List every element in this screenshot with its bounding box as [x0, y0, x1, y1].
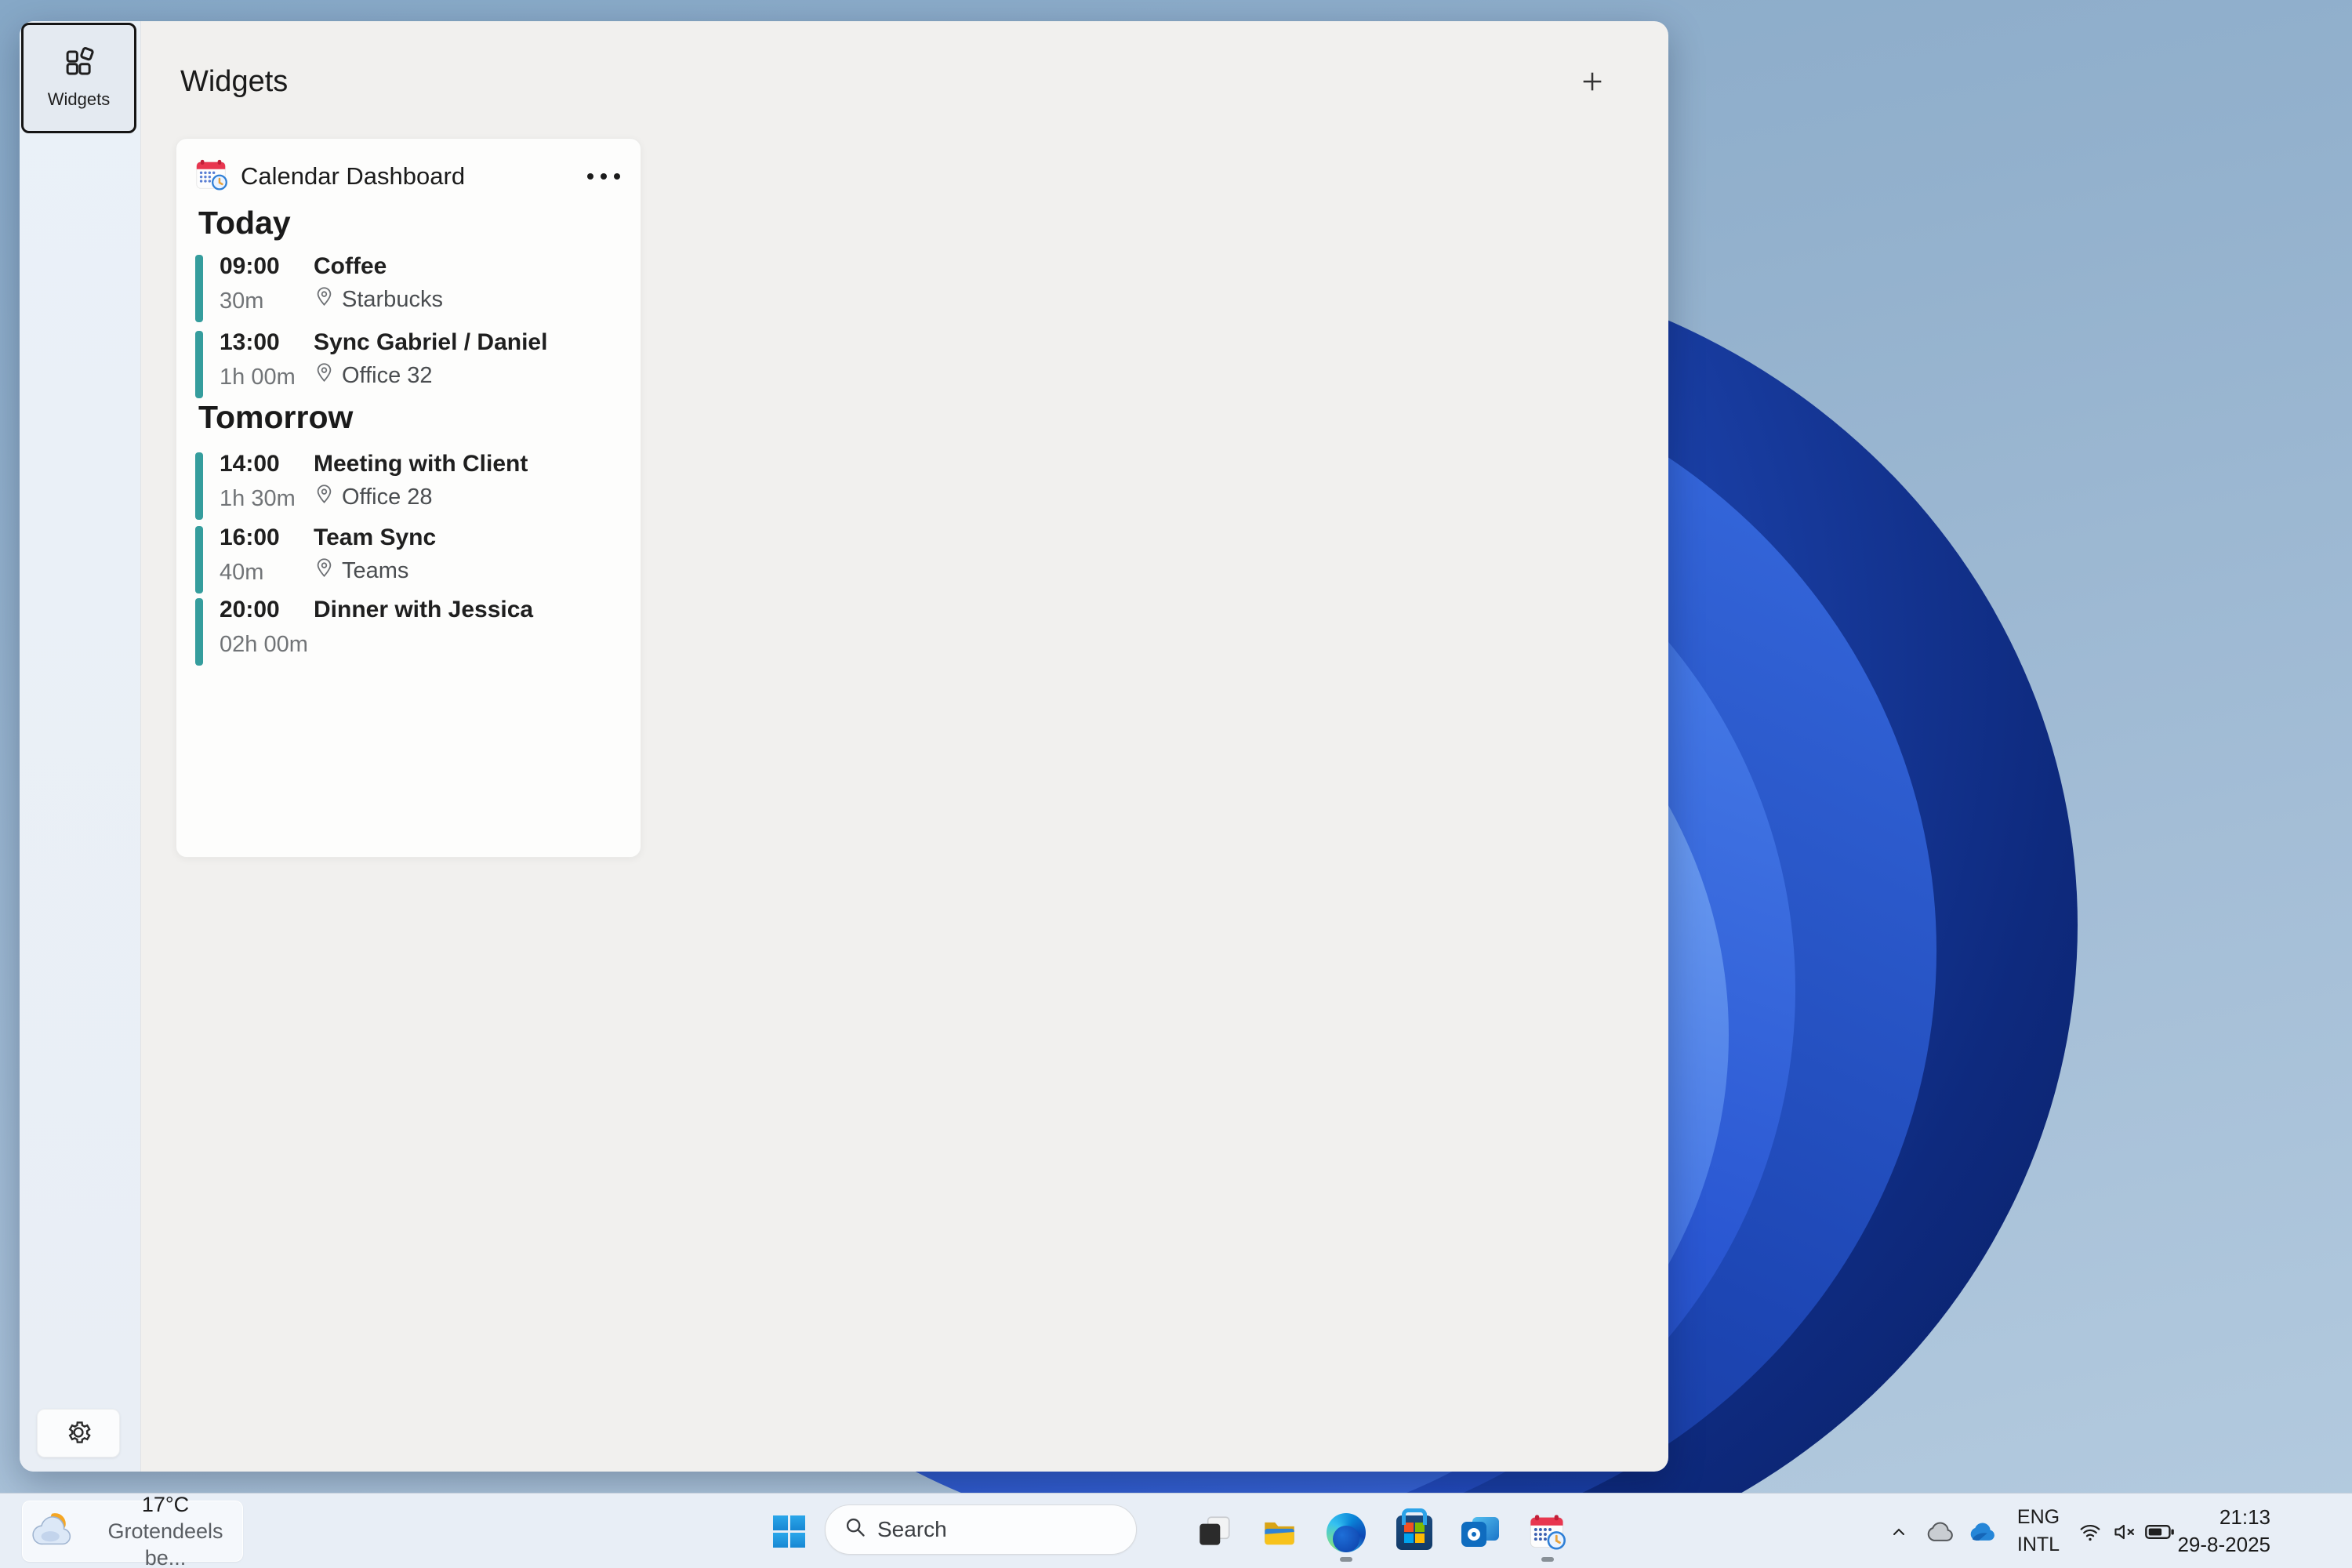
event-time: 13:00 — [220, 329, 314, 356]
moon-behind-cloud-icon — [31, 1508, 79, 1555]
cloud-icon — [1925, 1521, 1956, 1545]
task-view-icon — [1195, 1512, 1234, 1554]
onedrive-button[interactable] — [1965, 1517, 2001, 1548]
event-duration: 02h 00m — [220, 632, 314, 658]
sidebar-item-label: Widgets — [48, 89, 110, 110]
language-line1: ENG — [2005, 1504, 2071, 1531]
battery-icon — [2145, 1524, 2175, 1542]
edge-icon — [1327, 1513, 1366, 1552]
gear-icon — [64, 1418, 93, 1449]
windows-logo-icon — [773, 1515, 805, 1548]
map-pin-icon — [314, 362, 335, 390]
volume-mute-button[interactable] — [2109, 1517, 2140, 1548]
event-duration: 1h 00m — [220, 365, 314, 390]
section-heading-today: Today — [198, 205, 291, 241]
search-icon — [844, 1516, 866, 1544]
microsoft-store-button[interactable] — [1394, 1512, 1435, 1553]
search-input[interactable]: Search — [825, 1504, 1137, 1555]
event-title: Sync Gabriel / Daniel — [314, 329, 547, 356]
search-placeholder: Search — [877, 1517, 947, 1542]
plus-icon — [1579, 68, 1606, 97]
outlook-button[interactable] — [1460, 1512, 1501, 1553]
event-time: 20:00 — [220, 597, 314, 623]
event-title: Coffee — [314, 253, 443, 280]
event-row[interactable]: 13:00 1h 00m Sync Gabriel / Daniel Offic… — [195, 329, 622, 398]
tray-chevron-up-button[interactable] — [1883, 1517, 1915, 1548]
event-row[interactable]: 20:00 02h 00m Dinner with Jessica — [195, 597, 622, 666]
chevron-up-icon — [1889, 1523, 1908, 1544]
file-explorer-button[interactable] — [1259, 1512, 1300, 1553]
panel-title: Widgets — [180, 65, 288, 99]
volume-mute-icon — [2113, 1522, 2136, 1544]
widgets-sidebar: Widgets — [20, 21, 141, 1472]
event-accent-bar — [195, 331, 203, 398]
calendar-app-button[interactable] — [1527, 1512, 1568, 1553]
event-accent-bar — [195, 598, 203, 666]
event-accent-bar — [195, 452, 203, 520]
more-options-button[interactable] — [581, 164, 626, 189]
widgets-icon — [63, 46, 96, 82]
file-explorer-icon — [1259, 1512, 1300, 1554]
start-button[interactable] — [768, 1511, 809, 1552]
taskbar: 17°C Grotendeels be... Search — [0, 1493, 2352, 1568]
map-pin-icon — [314, 557, 335, 585]
weather-widget-button[interactable]: 17°C Grotendeels be... — [22, 1501, 243, 1562]
event-accent-bar — [195, 255, 203, 322]
sidebar-item-widgets[interactable]: Widgets — [21, 23, 136, 133]
event-title: Meeting with Client — [314, 451, 528, 477]
battery-button[interactable] — [2142, 1517, 2178, 1548]
card-header: Calendar Dashboard — [194, 158, 626, 195]
calendar-clock-icon — [1527, 1512, 1568, 1555]
section-heading-tomorrow: Tomorrow — [198, 399, 353, 436]
running-indicator-edge — [1340, 1557, 1352, 1562]
event-accent-bar — [195, 526, 203, 593]
language-indicator[interactable]: ENG INTL — [2005, 1501, 2071, 1561]
outlook-icon — [1461, 1515, 1499, 1550]
event-duration: 40m — [220, 560, 314, 586]
running-indicator-calendar — [1541, 1557, 1554, 1562]
widgets-settings-button[interactable] — [37, 1409, 120, 1457]
microsoft-store-icon — [1396, 1515, 1432, 1550]
onedrive-icon — [1967, 1521, 1998, 1545]
event-row[interactable]: 16:00 40m Team Sync Teams — [195, 524, 622, 593]
event-duration: 30m — [220, 289, 314, 314]
event-location: Starbucks — [342, 287, 443, 313]
event-time: 09:00 — [220, 253, 314, 280]
widgets-panel: Widgets Widgets — [20, 21, 1668, 1472]
weather-temperature: 17°C — [89, 1491, 242, 1518]
card-title: Calendar Dashboard — [241, 162, 465, 191]
tray-date: 29-8-2025 — [2176, 1531, 2270, 1559]
task-view-button[interactable] — [1194, 1512, 1235, 1553]
event-time: 16:00 — [220, 524, 314, 551]
event-title: Team Sync — [314, 524, 436, 551]
calendar-widget-card[interactable]: Calendar Dashboard Today 09:00 30m Coffe… — [176, 138, 641, 858]
language-line2: INTL — [2005, 1531, 2071, 1559]
wifi-button[interactable] — [2074, 1517, 2106, 1548]
event-time: 14:00 — [220, 451, 314, 477]
event-row[interactable]: 14:00 1h 30m Meeting with Client Office … — [195, 451, 622, 520]
ellipsis-icon — [587, 173, 593, 180]
tray-time: 21:13 — [2176, 1504, 2270, 1531]
calendar-clock-icon — [194, 157, 230, 197]
event-title: Dinner with Jessica — [314, 597, 533, 623]
wifi-icon — [2078, 1522, 2102, 1544]
event-location: Office 32 — [342, 363, 433, 389]
map-pin-icon — [314, 286, 335, 314]
clock-tray-item[interactable]: 21:13 29-8-2025 — [2176, 1501, 2270, 1561]
event-row[interactable]: 09:00 30m Coffee Starbucks — [195, 253, 622, 322]
tray-cloud-button[interactable] — [1922, 1517, 1958, 1548]
weather-condition: Grotendeels be... — [89, 1518, 242, 1568]
add-widget-button[interactable] — [1572, 62, 1613, 103]
event-location: Office 28 — [342, 485, 433, 510]
event-duration: 1h 30m — [220, 486, 314, 512]
edge-browser-button[interactable] — [1326, 1512, 1367, 1553]
event-location: Teams — [342, 558, 408, 584]
map-pin-icon — [314, 484, 335, 511]
